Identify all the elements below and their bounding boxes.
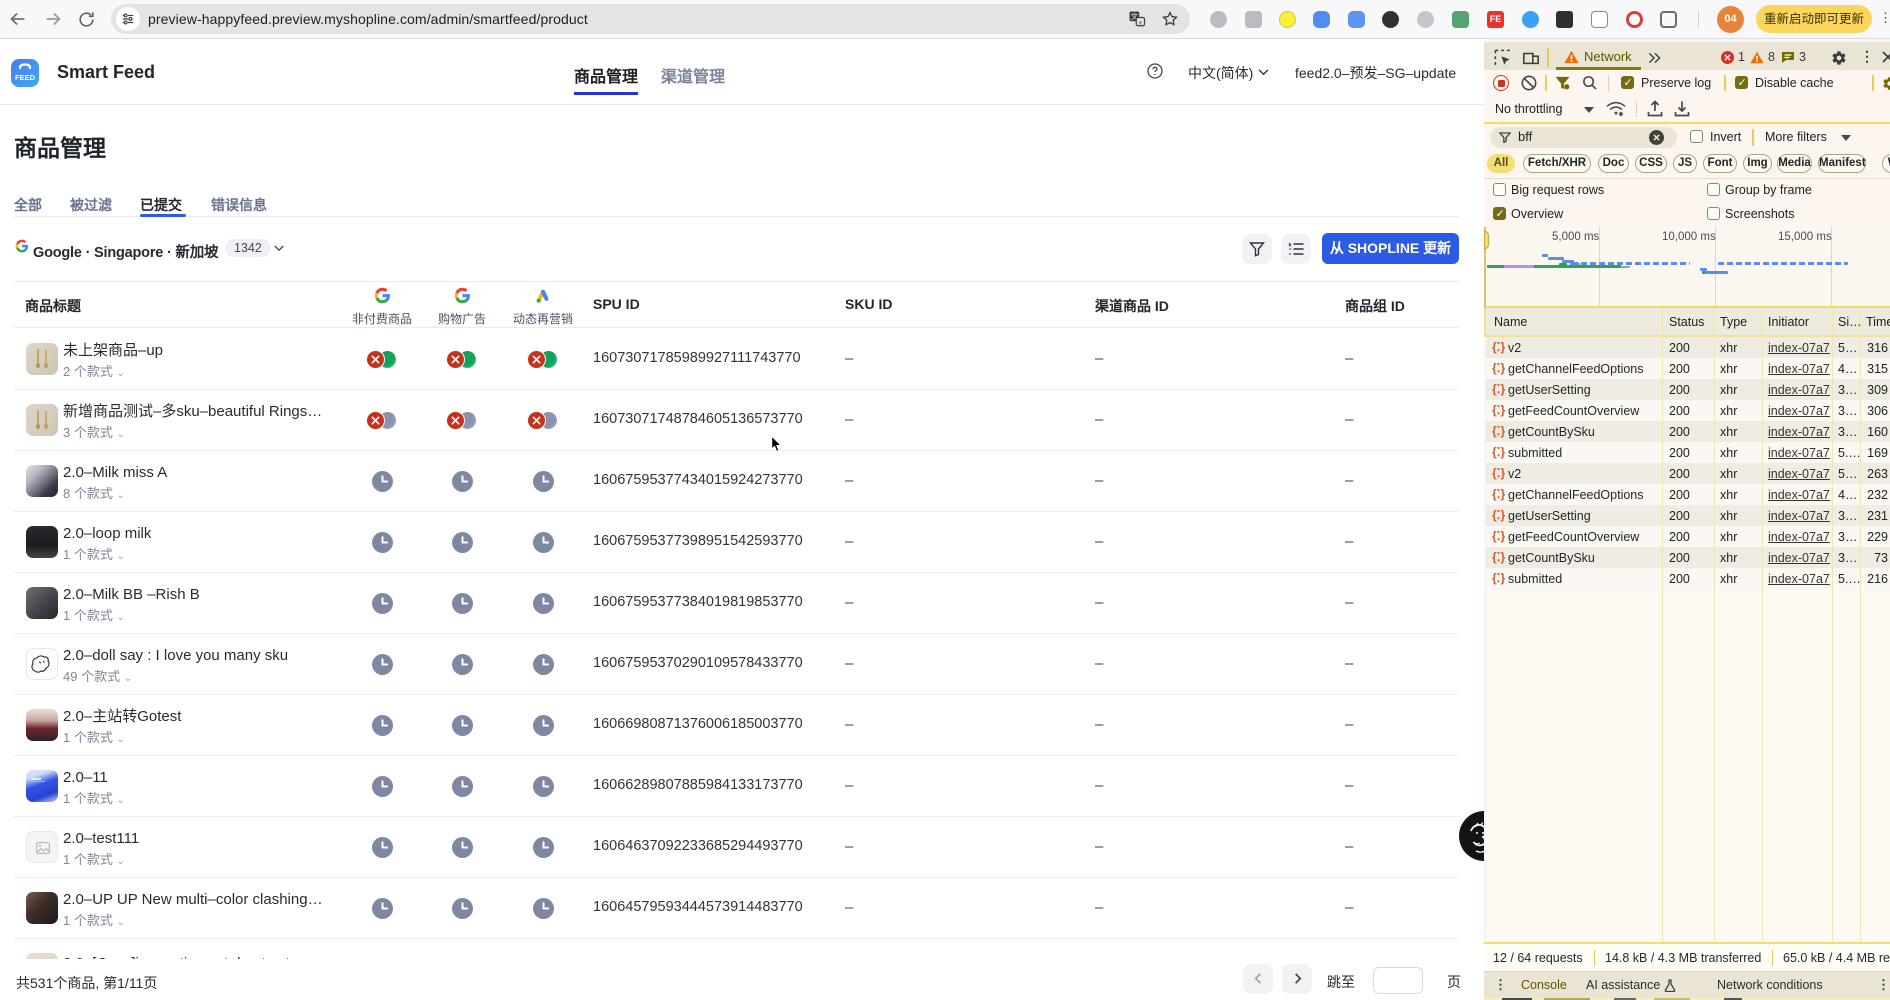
svg-text:FEED: FEED — [15, 73, 36, 82]
svg-text:x: x — [1139, 20, 1142, 26]
